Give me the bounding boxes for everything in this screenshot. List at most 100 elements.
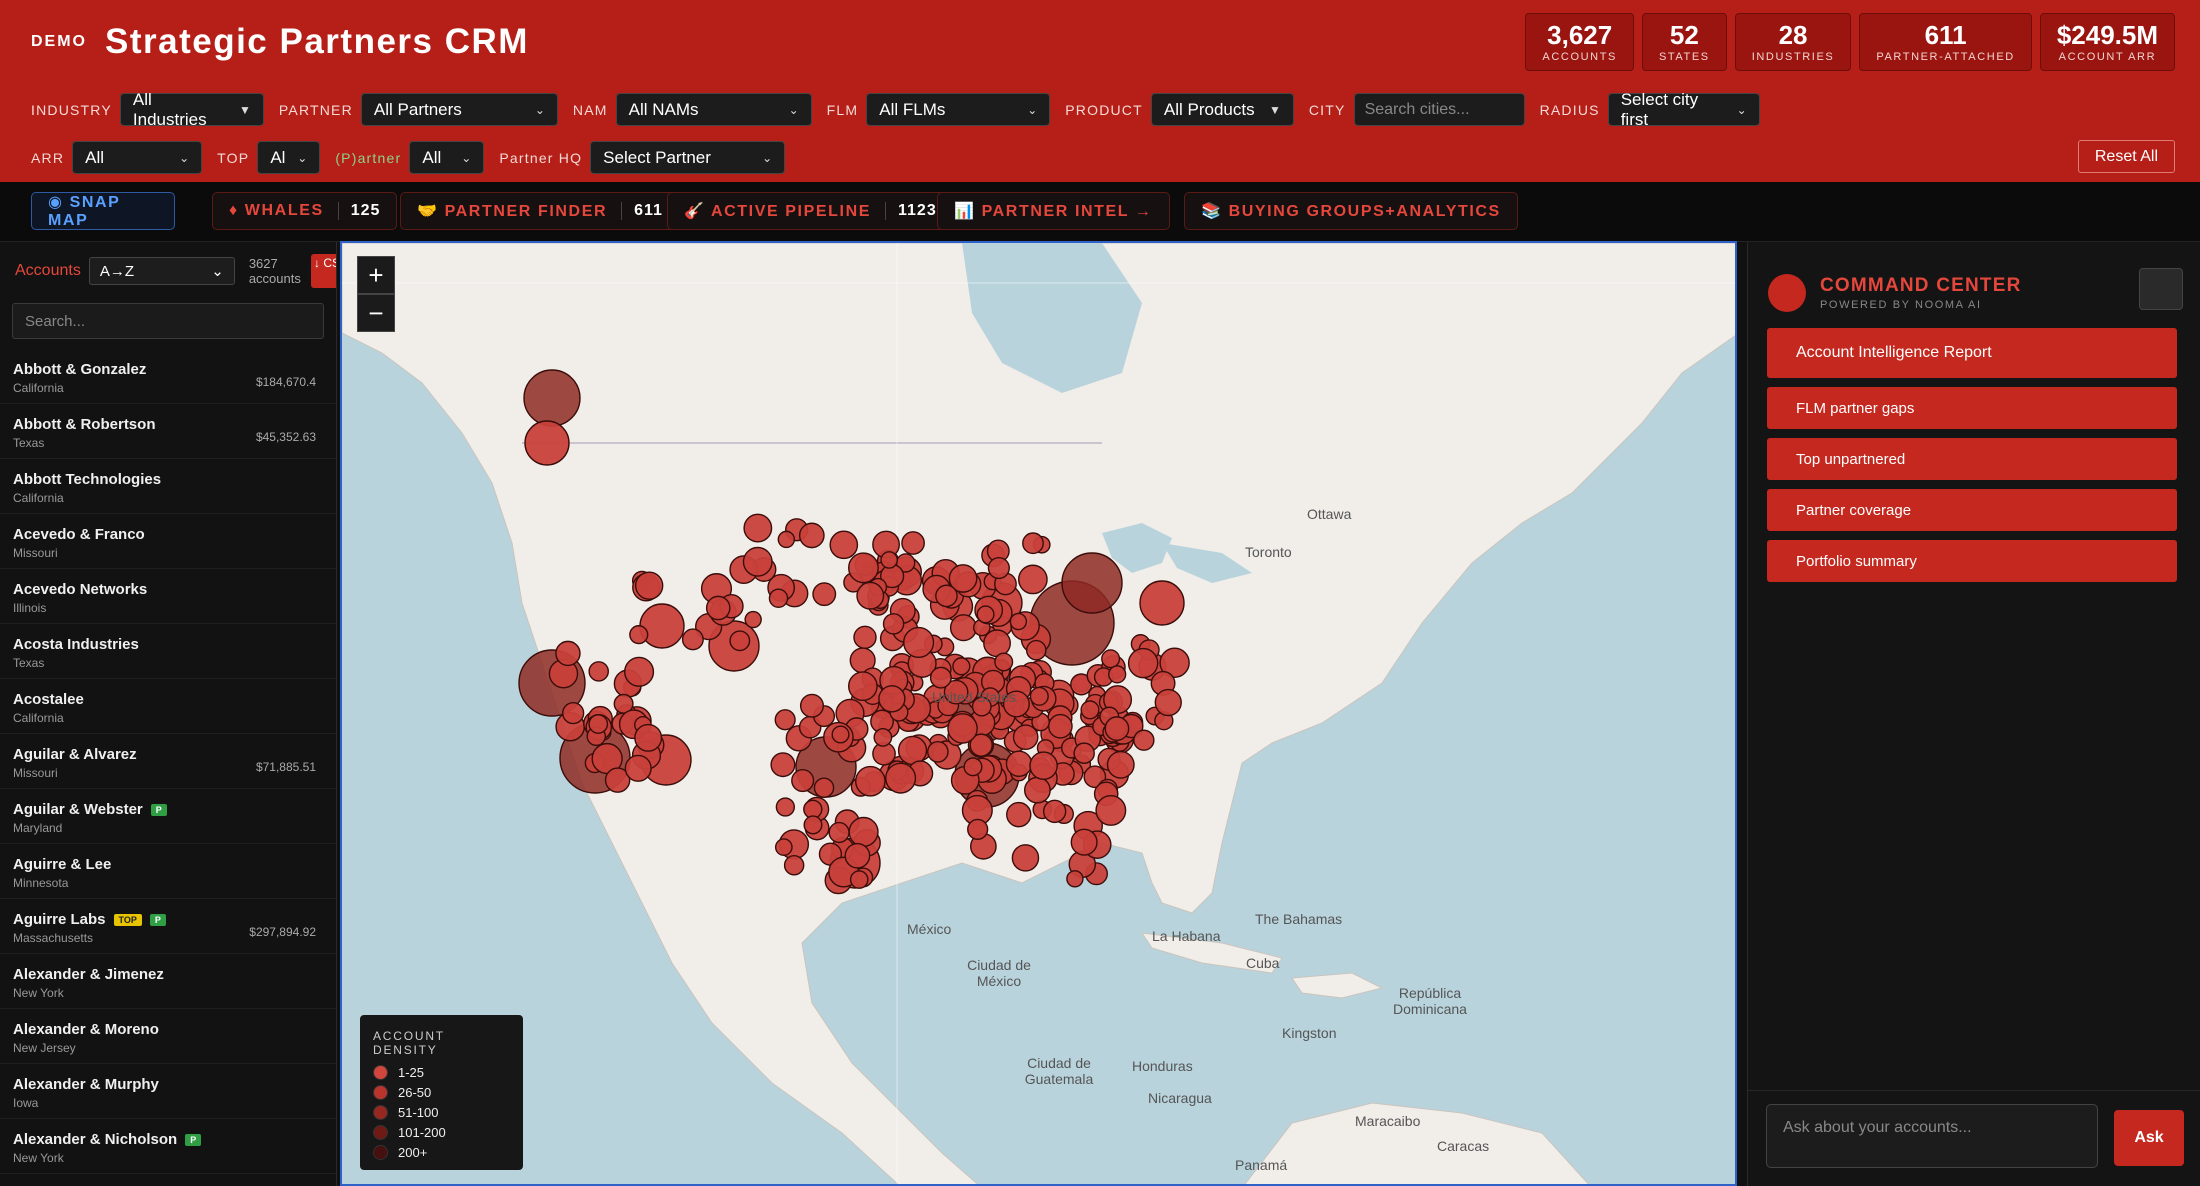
- account-cluster-marker[interactable]: [791, 768, 815, 793]
- sort-select[interactable]: A→Z ⌄: [88, 257, 235, 285]
- account-list-item[interactable]: Aguirre Labs TOP P Massachusetts $297,894.…: [0, 899, 336, 954]
- account-cluster-marker[interactable]: [768, 588, 789, 609]
- account-cluster-marker[interactable]: [987, 556, 1010, 580]
- product-select[interactable]: All Products ▼: [1150, 93, 1294, 126]
- account-cluster-marker[interactable]: [1073, 742, 1095, 764]
- account-cluster-marker[interactable]: [770, 752, 796, 778]
- account-cluster-marker[interactable]: [1005, 750, 1033, 778]
- account-cluster-marker[interactable]: [1127, 647, 1159, 679]
- account-cluster-marker[interactable]: [774, 838, 793, 857]
- account-cluster-marker[interactable]: [803, 815, 823, 835]
- account-cluster-marker[interactable]: [1070, 828, 1098, 856]
- top-select[interactable]: Al ⌄: [257, 141, 321, 174]
- ppartner-select[interactable]: All ⌄: [409, 141, 485, 174]
- account-cluster-marker[interactable]: [1029, 686, 1049, 706]
- account-list-item[interactable]: Aguilar & Webster P Maryland: [0, 789, 336, 844]
- account-cluster-marker[interactable]: [885, 762, 917, 794]
- action-portfolio-summary[interactable]: Portfolio summary: [1767, 540, 2177, 582]
- account-cluster-marker[interactable]: [929, 666, 952, 689]
- account-cluster-marker[interactable]: [798, 522, 825, 549]
- industry-select[interactable]: All Industries ▼: [119, 90, 264, 129]
- account-cluster-marker[interactable]: [849, 870, 869, 889]
- account-list-item[interactable]: Abbott & Gonzalez California $184,670.4: [0, 349, 336, 404]
- account-search-input[interactable]: Search...: [12, 303, 324, 339]
- account-cluster-marker[interactable]: [878, 685, 906, 713]
- whales-button[interactable]: ♦ WHALES 125: [212, 192, 398, 230]
- account-cluster-marker[interactable]: [524, 420, 570, 466]
- account-cluster-marker[interactable]: [927, 740, 949, 763]
- zoom-out-button[interactable]: −: [357, 294, 395, 332]
- account-cluster-marker[interactable]: [994, 652, 1014, 672]
- account-cluster-marker[interactable]: [562, 702, 585, 725]
- account-cluster-marker[interactable]: [897, 735, 928, 766]
- account-cluster-marker[interactable]: [588, 714, 609, 734]
- account-cluster-marker[interactable]: [882, 613, 905, 635]
- account-cluster-marker[interactable]: [1012, 724, 1039, 751]
- action-partner-coverage[interactable]: Partner coverage: [1767, 489, 2177, 531]
- account-cluster-marker[interactable]: [949, 614, 978, 642]
- account-cluster-marker[interactable]: [952, 657, 971, 676]
- account-cluster-marker[interactable]: [1133, 729, 1155, 751]
- account-cluster-marker[interactable]: [634, 571, 664, 600]
- account-cluster-marker[interactable]: [799, 693, 825, 718]
- account-cluster-marker[interactable]: [624, 754, 652, 782]
- account-cluster-marker[interactable]: [588, 661, 610, 682]
- account-list-item[interactable]: Acostalee California: [0, 679, 336, 734]
- account-cluster-marker[interactable]: [1066, 870, 1084, 888]
- account-cluster-marker[interactable]: [1104, 716, 1130, 741]
- account-cluster-marker[interactable]: [1061, 552, 1123, 614]
- zoom-in-button[interactable]: +: [357, 256, 395, 294]
- account-cluster-marker[interactable]: [774, 709, 796, 731]
- account-cluster-marker[interactable]: [1009, 612, 1028, 631]
- radius-select[interactable]: Select city first ⌄: [1607, 90, 1760, 129]
- account-cluster-marker[interactable]: [729, 630, 751, 652]
- account-cluster-marker[interactable]: [743, 513, 773, 543]
- partner-select[interactable]: All Partners ⌄: [360, 93, 558, 126]
- account-cluster-marker[interactable]: [742, 546, 773, 577]
- account-cluster-marker[interactable]: [828, 821, 850, 844]
- account-list-item[interactable]: Abbott & Robertson Texas $45,352.63: [0, 404, 336, 459]
- account-cluster-marker[interactable]: [983, 629, 1011, 658]
- account-cluster-marker[interactable]: [523, 369, 581, 427]
- account-cluster-marker[interactable]: [681, 628, 704, 651]
- account-cluster-marker[interactable]: [1023, 776, 1051, 804]
- flm-select[interactable]: All FLMs ⌄: [866, 93, 1051, 126]
- account-cluster-marker[interactable]: [1154, 688, 1182, 717]
- account-cluster-marker[interactable]: [555, 640, 581, 667]
- account-cluster-marker[interactable]: [1095, 794, 1127, 826]
- account-cluster-marker[interactable]: [853, 625, 877, 650]
- account-list-item[interactable]: Acevedo & Franco Missouri: [0, 514, 336, 569]
- account-cluster-marker[interactable]: [777, 530, 796, 549]
- account-cluster-marker[interactable]: [624, 656, 655, 687]
- account-list-item[interactable]: Acevedo Networks Illinois: [0, 569, 336, 624]
- map-view[interactable]: + − Ottawa Toronto United States México …: [340, 241, 1737, 1186]
- active-pipeline-button[interactable]: 🎸 ACTIVE PIPELINE 1123: [667, 192, 954, 230]
- account-cluster-marker[interactable]: [1047, 713, 1073, 739]
- account-cluster-marker[interactable]: [831, 725, 850, 744]
- account-cluster-marker[interactable]: [634, 723, 663, 752]
- account-cluster-marker[interactable]: [1080, 700, 1100, 720]
- account-cluster-marker[interactable]: [829, 530, 859, 560]
- account-cluster-marker[interactable]: [744, 610, 762, 629]
- action-flm-partner-gaps[interactable]: FLM partner gaps: [1767, 387, 2177, 429]
- account-cluster-marker[interactable]: [1106, 750, 1135, 779]
- csv-export-button[interactable]: ↓ CSV: [311, 254, 336, 288]
- map-canvas[interactable]: [342, 243, 1737, 1186]
- account-cluster-marker[interactable]: [963, 757, 983, 777]
- arr-select[interactable]: All ⌄: [72, 141, 203, 174]
- account-cluster-marker[interactable]: [935, 584, 958, 608]
- account-cluster-marker[interactable]: [1108, 665, 1127, 684]
- account-list-item[interactable]: Abbott Technologies California: [0, 459, 336, 514]
- account-cluster-marker[interactable]: [1042, 799, 1067, 824]
- account-cluster-marker[interactable]: [844, 842, 871, 869]
- account-cluster-marker[interactable]: [812, 582, 837, 607]
- account-cluster-marker[interactable]: [629, 625, 649, 645]
- city-search-input[interactable]: Search cities...: [1353, 93, 1525, 126]
- account-cluster-marker[interactable]: [1006, 801, 1032, 828]
- account-cluster-marker[interactable]: [1017, 564, 1048, 595]
- action-account-intelligence-report[interactable]: Account Intelligence Report: [1767, 328, 2177, 378]
- account-list-item[interactable]: Alexander & Moreno New Jersey: [0, 1009, 336, 1064]
- ask-button[interactable]: Ask: [2114, 1110, 2184, 1166]
- account-cluster-marker[interactable]: [783, 854, 805, 876]
- account-cluster-marker[interactable]: [1011, 844, 1040, 872]
